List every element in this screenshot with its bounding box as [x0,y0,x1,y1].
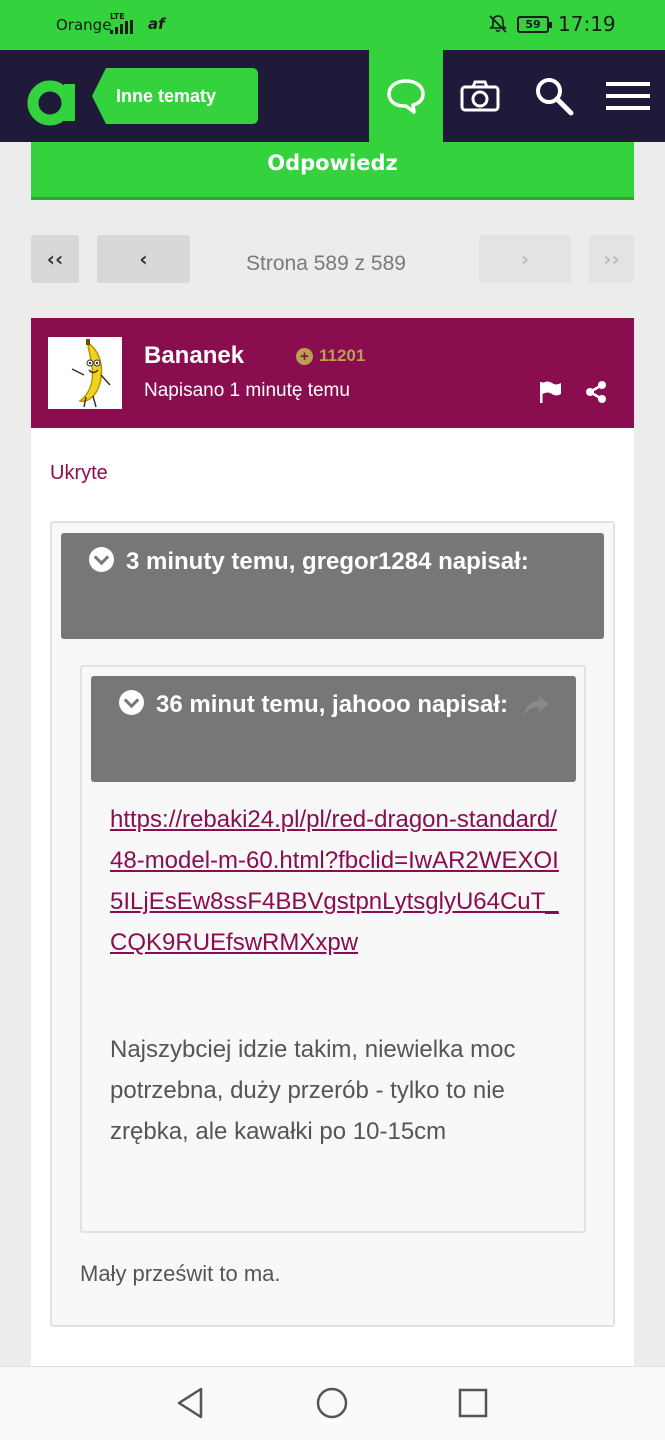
next-page-button[interactable]: › [479,235,571,283]
clock: 17:19 [558,12,616,36]
search-icon [536,78,574,116]
top-navbar: Inne tematy [0,50,665,142]
menu-button[interactable] [591,50,665,142]
share-icon[interactable] [583,380,609,404]
quote-header-inner[interactable]: 36 minut temu, jahooo napisał: [91,676,576,782]
section-tag[interactable]: Inne tematy [92,68,258,124]
quoted-text: Najszybciej idzie takim, niewielka moc p… [110,1036,516,1145]
outer-quote-text: Mały prześwit to ma. [80,1261,281,1286]
reputation-badge: + 11201 [296,346,365,366]
prev-page-button[interactable]: ‹ [97,235,190,283]
post-body: Ukryte 3 minuty temu, gregor1284 napisał… [31,428,634,1368]
camera-button[interactable] [443,50,517,142]
avatar[interactable] [48,337,122,409]
quote-header-outer[interactable]: 3 minuty temu, gregor1284 napisał: [61,533,604,639]
plus-icon: + [296,347,313,365]
search-button[interactable] [517,50,591,142]
reply-button[interactable]: Odpowiedz [31,142,634,200]
post-timestamp: Napisano 1 minutę temu [144,380,350,401]
battery-icon: 59 [517,16,552,33]
carrier-name: Orange [56,16,112,34]
post-header: Bananek + 11201 Napisano 1 minutę temu [31,318,634,428]
author-name[interactable]: Bananek [144,342,244,370]
menu-icon [606,82,650,110]
back-icon[interactable] [173,1385,209,1421]
flag-icon[interactable] [537,380,563,404]
go-to-quote-icon[interactable] [522,694,550,718]
home-icon[interactable] [314,1385,350,1421]
quoted-link[interactable]: https://rebaki24.pl/pl/red-dragon-standa… [110,799,570,963]
quote-header-outer-text: 3 minuty temu, gregor1284 napisał: [126,548,529,575]
recents-icon[interactable] [455,1385,491,1421]
chevron-down-icon [119,690,144,715]
last-page-button[interactable]: ›› [589,235,634,283]
reputation-count: 11201 [319,346,366,365]
quote-outer: 3 minuty temu, gregor1284 napisał: 36 mi… [50,521,615,1327]
quote-header-inner-text: 36 minut temu, jahooo napisał: [156,691,509,718]
signal-icon [110,20,144,34]
carrier-extra: af [148,15,165,33]
system-navigation-bar [0,1366,665,1440]
section-label: Inne tematy [116,86,217,106]
hidden-content-link[interactable]: Ukryte [50,462,108,485]
chevron-down-icon [89,547,114,572]
quote-inner: 36 minut temu, jahooo napisał: https://r… [80,665,586,1233]
page-indicator: Strona 589 z 589 [246,252,406,275]
camera-icon [460,80,500,112]
banana-avatar-icon [71,339,111,408]
site-logo-icon[interactable] [26,72,86,128]
first-page-button[interactable]: ‹‹ [31,235,79,283]
status-bar: Orange LTE af 59 17:19 [0,0,665,50]
chat-button[interactable] [369,50,443,142]
chat-icon [387,79,425,114]
muted-bell-icon [489,15,507,33]
